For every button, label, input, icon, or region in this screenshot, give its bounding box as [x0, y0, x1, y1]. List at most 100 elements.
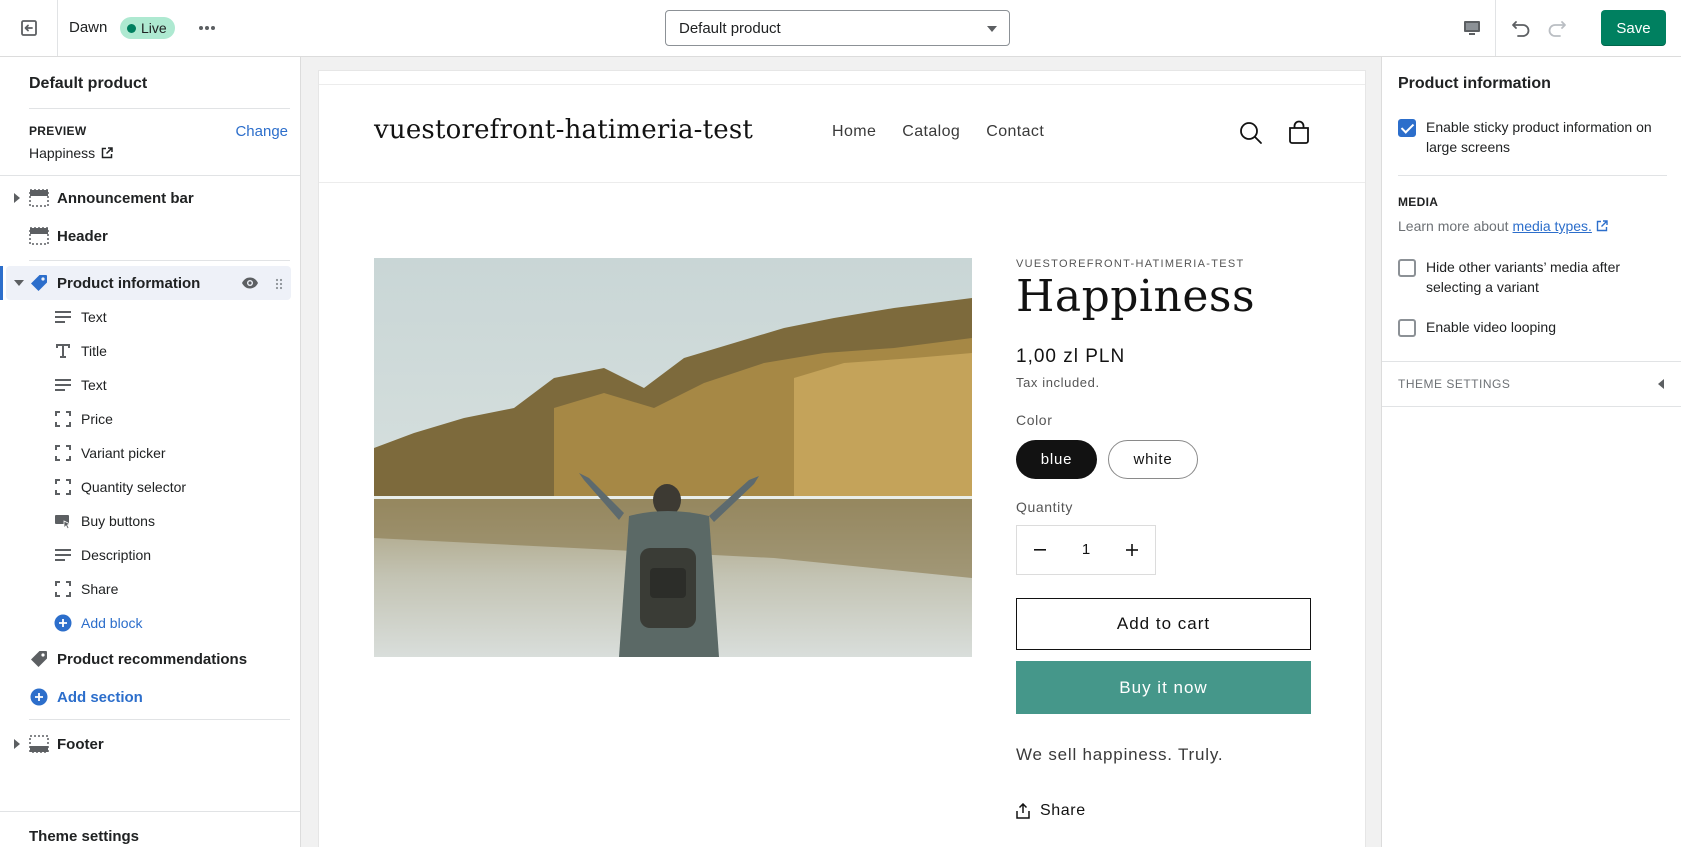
- section-label: Footer: [57, 735, 104, 753]
- text-lines-icon: [54, 377, 72, 393]
- live-badge-label: Live: [141, 20, 167, 36]
- section-product-information[interactable]: Product information: [6, 266, 291, 300]
- corners-frame-icon: [54, 581, 72, 597]
- lake-photo: [374, 258, 972, 657]
- block-label: Share: [81, 581, 119, 597]
- section-footer[interactable]: Footer: [0, 727, 300, 761]
- quantity-stepper: 1: [1016, 525, 1156, 575]
- media-help-prefix: Learn more about: [1398, 218, 1509, 234]
- exit-icon: [20, 20, 37, 36]
- section-announcement-bar[interactable]: Announcement bar: [0, 181, 300, 215]
- preview-canvas: vuestorefront-hatimeria-test Home Catalo…: [301, 57, 1381, 847]
- change-preview-link[interactable]: Change: [235, 123, 288, 140]
- template-title: Default product: [29, 75, 148, 92]
- corners-frame-icon: [54, 411, 72, 427]
- hide-variants-checkbox[interactable]: [1398, 259, 1416, 277]
- block-label: Description: [81, 547, 152, 563]
- settings-panel: Product information Enable sticky produc…: [1381, 57, 1681, 847]
- section-label: Product information: [57, 274, 201, 292]
- sticky-info-label: Enable sticky product information on lar…: [1426, 119, 1652, 155]
- store-nav: Home Catalog Contact: [832, 123, 1044, 141]
- announcement-strip: [319, 71, 1365, 85]
- block-price[interactable]: Price: [0, 402, 300, 436]
- block-label: Title: [81, 343, 107, 359]
- nav-home[interactable]: Home: [832, 123, 876, 141]
- section-label: Header: [57, 227, 108, 245]
- redo-button[interactable]: [1541, 12, 1573, 44]
- preview-label: PREVIEW: [29, 124, 87, 138]
- product-tag-icon: [29, 650, 49, 668]
- section-product-recommendations[interactable]: Product recommendations: [0, 642, 300, 676]
- store-header: vuestorefront-hatimeria-test Home Catalo…: [319, 85, 1365, 183]
- collapse-left-arrow-icon: [1658, 379, 1664, 389]
- block-variant-picker[interactable]: Variant picker: [0, 436, 300, 470]
- block-quantity-selector[interactable]: Quantity selector: [0, 470, 300, 504]
- plus-circle-icon: [29, 688, 49, 706]
- block-title[interactable]: Title: [0, 334, 300, 368]
- buy-button-icon: [54, 513, 72, 529]
- media-heading: MEDIA: [1398, 195, 1439, 209]
- redo-icon: [1548, 21, 1566, 37]
- sticky-info-checkbox[interactable]: [1398, 119, 1416, 137]
- section-label: Product recommendations: [57, 650, 248, 668]
- nav-contact[interactable]: Contact: [986, 123, 1044, 141]
- add-section-button[interactable]: Add section: [0, 680, 300, 714]
- product-tag-icon: [29, 274, 49, 292]
- device-preview-button[interactable]: [1454, 10, 1490, 46]
- external-link-icon: [101, 147, 113, 159]
- video-loop-checkbox[interactable]: [1398, 319, 1416, 337]
- template-select[interactable]: Default product: [665, 10, 1010, 46]
- product-vendor: VUESTOREFRONT-HATIMERIA-TEST: [1016, 258, 1245, 270]
- media-types-link[interactable]: media types.: [1513, 218, 1592, 234]
- eye-icon[interactable]: [241, 276, 259, 295]
- quantity-increase-button[interactable]: [1109, 526, 1155, 574]
- more-actions-button[interactable]: [193, 17, 221, 39]
- cart-icon[interactable]: [1285, 119, 1313, 147]
- theme-name: Dawn: [69, 19, 108, 36]
- block-label: Text: [81, 309, 107, 325]
- color-label: Color: [1016, 412, 1053, 428]
- text-lines-icon: [54, 309, 72, 325]
- variant-blue-pill[interactable]: blue: [1016, 440, 1097, 479]
- undo-icon: [1512, 21, 1530, 37]
- block-label: Quantity selector: [81, 479, 187, 495]
- divider: [0, 811, 300, 812]
- quantity-decrease-button[interactable]: [1017, 526, 1063, 574]
- section-header[interactable]: Header: [0, 219, 300, 253]
- undo-button[interactable]: [1505, 12, 1537, 44]
- divider: [1398, 175, 1667, 176]
- expand-arrow-icon[interactable]: [14, 739, 20, 749]
- block-share[interactable]: Share: [0, 572, 300, 606]
- preview-value[interactable]: Happiness: [29, 145, 113, 161]
- external-link-icon[interactable]: [1596, 220, 1608, 232]
- exit-editor-button[interactable]: [0, 0, 58, 56]
- product-image[interactable]: [374, 258, 972, 657]
- expand-arrow-icon[interactable]: [14, 193, 20, 203]
- plus-icon: [1126, 544, 1138, 556]
- block-buy-buttons[interactable]: Buy buttons: [0, 504, 300, 538]
- collapse-arrow-icon[interactable]: [14, 280, 24, 286]
- buy-now-button[interactable]: Buy it now: [1016, 661, 1311, 714]
- corners-frame-icon: [54, 479, 72, 495]
- search-icon[interactable]: [1237, 119, 1265, 147]
- add-to-cart-button[interactable]: Add to cart: [1016, 598, 1311, 650]
- drag-handle-icon[interactable]: [275, 277, 283, 295]
- active-indicator: [0, 266, 3, 300]
- plus-circle-icon: [54, 614, 72, 632]
- block-label: Buy buttons: [81, 513, 155, 529]
- quantity-value[interactable]: 1: [1063, 541, 1109, 558]
- block-label: Price: [81, 411, 113, 427]
- save-button[interactable]: Save: [1601, 10, 1666, 46]
- variant-white-pill[interactable]: white: [1108, 440, 1198, 479]
- nav-catalog[interactable]: Catalog: [902, 123, 960, 141]
- divider: [1382, 406, 1681, 407]
- preview-product-name: Happiness: [29, 145, 96, 161]
- block-description[interactable]: Description: [0, 538, 300, 572]
- share-button[interactable]: Share: [1016, 802, 1086, 820]
- store-logo-text[interactable]: vuestorefront-hatimeria-test: [374, 115, 753, 145]
- block-text[interactable]: Text: [0, 300, 300, 334]
- theme-settings-tab[interactable]: Theme settings: [29, 828, 139, 845]
- add-block-button[interactable]: Add block: [0, 606, 300, 640]
- block-text[interactable]: Text: [0, 368, 300, 402]
- theme-settings-toggle[interactable]: THEME SETTINGS: [1382, 362, 1681, 406]
